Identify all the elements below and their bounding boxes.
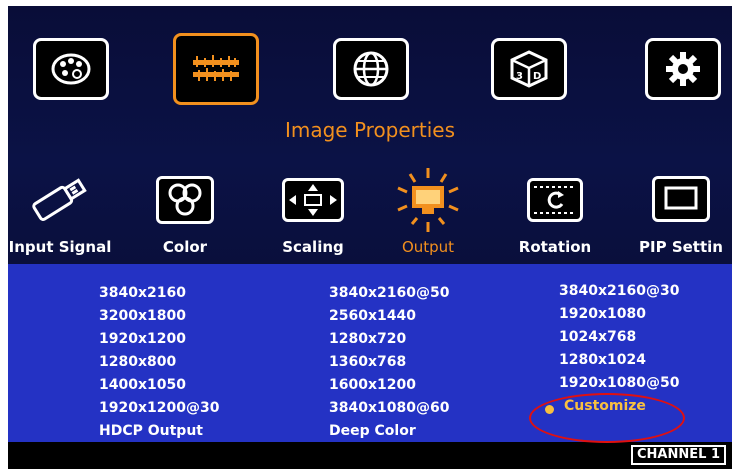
menu-title: Image Properties — [284, 118, 456, 142]
submenu-label: PIP Settin — [639, 238, 723, 256]
submenu-label: Rotation — [518, 238, 592, 256]
resolution-option[interactable]: 1920x1080@50 — [559, 375, 679, 391]
svg-text:3: 3 — [516, 71, 523, 82]
image-properties-icon[interactable] — [173, 33, 259, 105]
submenu-label: Input Signal — [8, 238, 112, 256]
resolution-option[interactable]: 1280x720 — [329, 331, 406, 347]
palette-icon[interactable] — [33, 38, 109, 100]
resolution-option[interactable]: 1920x1200@30 — [99, 400, 219, 416]
osd-screen: 3 D Image Properties Input Signal Color … — [8, 6, 732, 469]
submenu-label: Color — [162, 238, 208, 256]
resolution-option[interactable]: 3840x2160@30 — [559, 283, 679, 299]
gear-icon[interactable] — [645, 38, 721, 100]
annotation-circle — [529, 393, 685, 443]
resolution-option[interactable]: 3840x2160@50 — [329, 285, 449, 301]
svg-text:D: D — [533, 71, 541, 82]
resolution-option[interactable]: 3840x2160 — [99, 285, 186, 301]
submenu-label: Output — [401, 238, 455, 256]
pip-icon — [652, 176, 710, 222]
deep-color-option[interactable]: Deep Color — [329, 423, 416, 439]
usb-plug-icon — [28, 178, 92, 226]
resolution-option[interactable]: 1920x1200 — [99, 331, 186, 347]
channel-badge: CHANNEL 1 — [631, 445, 726, 465]
resolution-option[interactable]: 3840x1080@60 — [329, 400, 449, 416]
hdcp-output-option[interactable]: HDCP Output — [99, 423, 203, 439]
output-monitor-icon — [392, 166, 464, 238]
submenu-label: Scaling — [282, 238, 344, 256]
color-circles-icon — [156, 176, 214, 224]
resolution-option[interactable]: 1280x800 — [99, 354, 176, 370]
resolution-option[interactable]: 1400x1050 — [99, 377, 186, 393]
resolution-option[interactable]: 1360x768 — [329, 354, 406, 370]
status-bar — [8, 442, 732, 469]
resolution-option[interactable]: 1600x1200 — [329, 377, 416, 393]
scaling-arrows-icon — [282, 178, 344, 222]
rotation-icon — [527, 178, 583, 222]
resolution-option[interactable]: 1920x1080 — [559, 306, 646, 322]
resolution-option[interactable]: 3200x1800 — [99, 308, 186, 324]
resolution-option[interactable]: 1024x768 — [559, 329, 636, 345]
menu-bar: 3 D Image Properties Input Signal Color … — [8, 6, 732, 264]
globe-icon[interactable] — [333, 38, 409, 100]
3d-cube-icon[interactable]: 3 D — [491, 38, 567, 100]
resolution-option[interactable]: 1280x1024 — [559, 352, 646, 368]
resolution-option[interactable]: 2560x1440 — [329, 308, 416, 324]
